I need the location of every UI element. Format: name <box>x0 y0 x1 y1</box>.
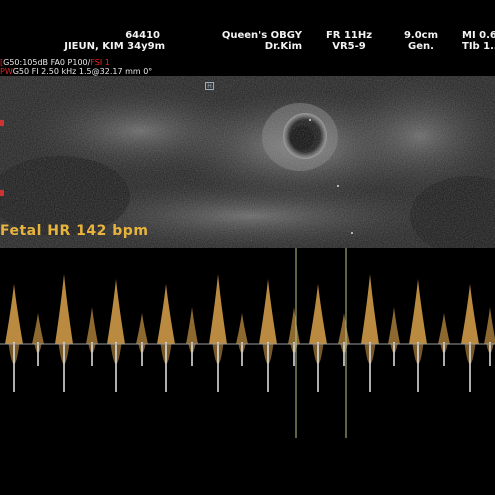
frame-rate: FR 11Hz <box>325 30 373 41</box>
doppler-peak <box>5 284 23 344</box>
bmode-params-text: G50:105dB FA0 P100/ <box>3 58 91 67</box>
bmode-params-fsi: FSI 1 <box>90 58 110 67</box>
doppler-peak <box>338 313 350 344</box>
doppler-peak <box>209 274 227 344</box>
doppler-params-text: G50 FI 2.50 kHz 1.5 <box>12 67 92 76</box>
doppler-peak <box>186 307 198 344</box>
doppler-peak <box>484 307 495 344</box>
patient-id: 64410 <box>125 30 160 41</box>
ultrasound-screen: 64410 JIEUN, KIM 34y9m Queen's OBGY Dr.K… <box>0 0 495 495</box>
mode-value: Gen. <box>408 41 434 52</box>
doppler-peak <box>136 313 148 344</box>
orientation-marker: H <box>205 82 214 90</box>
side-tick <box>0 190 4 196</box>
doppler-peak <box>288 307 300 344</box>
depth-value: 9.0cm <box>403 30 439 41</box>
bmode-params: [G50:105dB FA0 P100/FSI 1 <box>0 58 110 67</box>
doppler-peak <box>32 313 44 344</box>
doppler-waveform <box>5 274 495 392</box>
doppler-peak <box>86 307 98 344</box>
fetal-hr-label: Fetal HR 142 bpm <box>0 223 149 239</box>
doppler-peak <box>388 307 400 344</box>
patient-name: JIEUN, KIM 34y9m <box>64 41 165 52</box>
doppler-params-prefix: PW <box>0 67 13 76</box>
side-tick <box>0 120 4 126</box>
doppler-peak <box>461 284 479 344</box>
doppler-peak <box>157 284 175 344</box>
doppler-peak <box>236 313 248 344</box>
doppler-peak <box>309 284 327 344</box>
doppler-peak <box>55 274 73 344</box>
tib-value: TIb 1.3 <box>462 41 495 52</box>
operator-name: Dr.Kim <box>264 41 302 52</box>
doppler-peak <box>409 279 427 344</box>
doppler-params-gate: @32.17 mm 0° <box>91 67 153 76</box>
institution-name: Queen's OBGY <box>221 30 302 41</box>
doppler-peak <box>107 279 125 344</box>
doppler-peak <box>438 313 450 344</box>
doppler-peak <box>361 274 379 344</box>
probe-name: VR5-9 <box>332 41 366 52</box>
mi-value: MI 0.6 <box>462 30 495 41</box>
doppler-peak <box>259 279 277 344</box>
doppler-spectrum <box>0 248 495 438</box>
doppler-params: PWG50 FI 2.50 kHz 1.5@32.17 mm 0° <box>0 67 152 76</box>
